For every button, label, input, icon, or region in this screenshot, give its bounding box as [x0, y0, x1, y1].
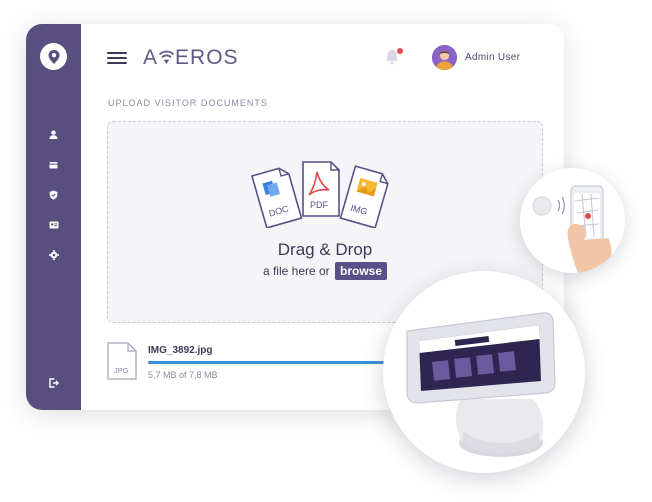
badge-icon[interactable] — [44, 215, 63, 234]
user-name[interactable]: Admin User — [465, 52, 520, 63]
sidebar — [26, 24, 81, 410]
logout-icon[interactable] — [44, 373, 63, 392]
drag-drop-text: a file here or — [262, 264, 330, 278]
svg-text:JPG: JPG — [114, 366, 129, 375]
pdf-type-label: PDF — [310, 200, 329, 210]
browse-button[interactable]: browse — [335, 262, 388, 280]
user-icon[interactable] — [44, 125, 63, 144]
notification-dot — [397, 48, 403, 54]
location-pin-icon[interactable] — [40, 43, 67, 70]
phone-nfc-illustration — [520, 168, 625, 273]
file-name: IMG_3892.jpg — [148, 345, 213, 356]
kiosk-tablet-illustration — [383, 271, 585, 473]
visitors-icon[interactable] — [44, 155, 63, 174]
gear-icon[interactable] — [44, 245, 63, 264]
jpg-file-icon: JPG — [107, 342, 137, 380]
avatar[interactable] — [432, 45, 457, 70]
notification-bell-icon[interactable] — [384, 48, 403, 68]
menu-icon[interactable] — [107, 52, 127, 64]
section-title: UPLOAD VISITOR DOCUMENTS — [108, 98, 268, 108]
brand-logo: A EROS — [143, 46, 239, 69]
document-types-illustration: DOC PDF IMG — [251, 161, 389, 228]
top-bar: A EROS Admin User — [81, 24, 564, 84]
file-size: 5,7 MB of 7,8 MB — [148, 370, 218, 380]
shield-icon[interactable] — [44, 185, 63, 204]
drag-drop-title: Drag & Drop — [277, 240, 373, 259]
